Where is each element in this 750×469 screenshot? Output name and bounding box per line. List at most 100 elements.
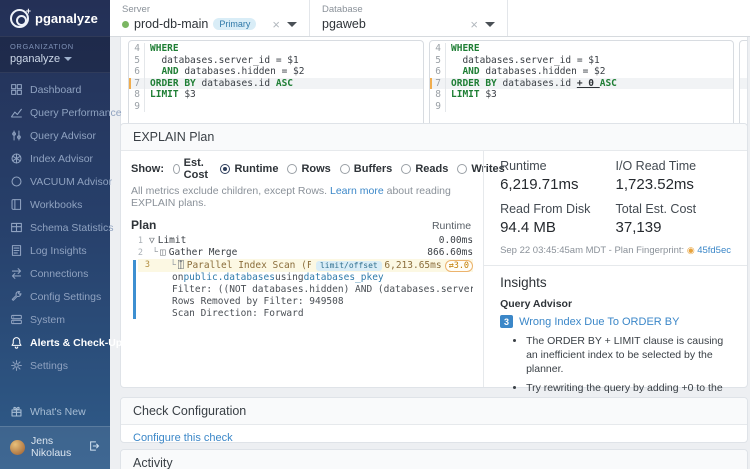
sidebar-item-connections[interactable]: Connections	[0, 262, 110, 285]
stat-label: Runtime	[500, 159, 615, 173]
sidebar-item-workbooks[interactable]: Workbooks	[0, 193, 110, 216]
code-line: 4WHERE	[430, 43, 733, 55]
sidebar-item-alerts-check-up[interactable]: Alerts & Check-Up	[0, 331, 110, 354]
plan-node-row[interactable]: 2└◫Gather Merge866.60ms	[131, 247, 473, 259]
code-line: 9	[129, 101, 423, 113]
database-label: Database	[322, 4, 495, 15]
parallel-workers-badge: ⇄3.0	[445, 260, 473, 272]
code-text: ORDER BY databases.id + 0 ASC	[446, 78, 617, 90]
logout-icon[interactable]	[88, 440, 100, 455]
server-dropdown-icon[interactable]	[287, 22, 297, 27]
metric-radio-rows[interactable]: Rows	[287, 163, 330, 175]
sidebar-item-dashboard[interactable]: Dashboard	[0, 78, 110, 101]
plan-node-row[interactable]: 1▽Limit0.00ms	[131, 235, 473, 247]
code-line: 8LIMIT $3	[129, 89, 423, 101]
fingerprint-link[interactable]: 45fd5ec	[697, 245, 731, 256]
brand[interactable]: + pganalyze	[0, 0, 110, 36]
sidebar-item-config-settings[interactable]: Config Settings	[0, 285, 110, 308]
log-insights-icon	[10, 244, 23, 257]
gather-merge-node-icon: ◫	[160, 247, 166, 259]
gift-icon	[10, 405, 23, 418]
insight-link[interactable]: Wrong Index Due To ORDER BY	[519, 316, 679, 328]
code-line: 5 databases.server_id = $1	[129, 55, 423, 67]
sidebar-item-label: Workbooks	[30, 199, 82, 211]
organization-name[interactable]: pganalyze	[10, 53, 100, 65]
line-number: 4	[430, 43, 446, 55]
sidebar-item-settings[interactable]: Settings	[0, 354, 110, 377]
plan-node-label: Parallel Index Scan (Forward) on…	[187, 259, 311, 272]
line-number: 9	[129, 101, 145, 113]
stat-read-from-disk: Read From Disk94.4 MB	[500, 202, 615, 236]
sidebar-item-log-insights[interactable]: Log Insights	[0, 239, 110, 262]
database-selector[interactable]: Database pgaweb ×	[310, 0, 508, 36]
code-line: 8LIMIT $3	[430, 89, 733, 101]
user-menu[interactable]: Jens Nikolaus	[0, 426, 110, 469]
line-number: 8	[430, 89, 446, 101]
insight-bullet: The ORDER BY + LIMIT clause is causing a…	[526, 334, 731, 377]
workbooks-icon	[10, 198, 23, 211]
metric-radio-buffers[interactable]: Buffers	[340, 163, 393, 175]
radio-icon	[287, 164, 297, 174]
plan-column-header: Plan	[131, 218, 156, 232]
chevron-down-icon	[64, 57, 72, 61]
sidebar-item-index-advisor[interactable]: Index Advisor	[0, 147, 110, 170]
tree-connector-icon: └	[147, 247, 158, 259]
radio-icon	[220, 164, 230, 174]
sidebar-item-label: Index Advisor	[30, 153, 93, 165]
clear-server-icon[interactable]: ×	[272, 18, 280, 31]
sidebar-item-query-advisor[interactable]: Query Advisor	[0, 124, 110, 147]
sidebar-item-system[interactable]: System	[0, 308, 110, 331]
plan-fingerprint-row: Sep 22 03:45:45am MDT - Plan Fingerprint…	[500, 245, 731, 256]
organization-switcher[interactable]: ORGANIZATION pganalyze	[0, 36, 110, 73]
code-text: WHERE	[145, 43, 179, 55]
line-number: 9	[430, 101, 446, 113]
settings-icon	[10, 359, 23, 372]
line-number: 7	[430, 78, 446, 90]
metric-radio-est-cost[interactable]: Est. Cost	[173, 157, 211, 181]
metric-radio-reads[interactable]: Reads	[401, 163, 448, 175]
code-line: 4WHERE	[129, 43, 423, 55]
sidebar-item-query-performance[interactable]: Query Performance	[0, 101, 110, 124]
limit-node-icon: ▽	[149, 235, 155, 247]
plan-node-value: 0.00ms	[439, 235, 473, 247]
configure-check-link[interactable]: Configure this check	[133, 432, 233, 444]
metric-radio-label: Buffers	[354, 163, 393, 175]
line-number: 7	[129, 78, 145, 90]
plan-tree: 1▽Limit0.00ms2└◫Gather Merge866.60ms3└⍐P…	[131, 235, 473, 320]
plan-node-detail: on public.databases using databases_pkey	[138, 272, 473, 284]
vacuum-advisor-icon	[10, 175, 23, 188]
explain-plan-title: EXPLAIN Plan	[121, 124, 747, 151]
sidebar-item-whats-new[interactable]: What's New	[0, 397, 110, 426]
user-name: Jens Nikolaus	[31, 435, 82, 459]
insight-count-badge: 3	[500, 315, 513, 328]
sidebar-item-vacuum-advisor[interactable]: VACUUM Advisor	[0, 170, 110, 193]
metric-radio-label: Rows	[301, 163, 330, 175]
stat-value: 37,139	[616, 219, 731, 236]
metric-radio-label: Runtime	[234, 163, 278, 175]
fingerprint-icon: ◉	[687, 245, 697, 255]
server-name: prod-db-main	[134, 17, 208, 31]
code-line: 5 databases.server_id = $1	[430, 55, 733, 67]
top-header: Server prod-db-main Primary × Database p…	[110, 0, 750, 37]
query-performance-icon	[10, 106, 23, 119]
explain-summary-panel: Runtime6,219.71msI/O Read Time1,723.52ms…	[483, 151, 747, 387]
database-dropdown-icon[interactable]	[485, 22, 495, 27]
plan-node-row[interactable]: 3└⍐Parallel Index Scan (Forward) on…limi…	[138, 259, 473, 272]
sidebar-item-label: System	[30, 314, 65, 326]
learn-more-link[interactable]: Learn more	[330, 185, 384, 197]
tree-connector-icon: └	[154, 259, 176, 272]
clear-database-icon[interactable]: ×	[470, 18, 478, 31]
insights-title: Insights	[500, 275, 731, 290]
sidebar-item-schema-statistics[interactable]: Schema Statistics	[0, 216, 110, 239]
sidebar-item-label: VACUUM Advisor	[30, 176, 112, 188]
server-selector[interactable]: Server prod-db-main Primary ×	[110, 0, 310, 36]
sidebar-item-label: Dashboard	[30, 84, 81, 96]
code-text: databases.server_id = $1	[446, 55, 600, 67]
sidebar: + pganalyze ORGANIZATION pganalyze Dashb…	[0, 0, 110, 469]
main-area: Server prod-db-main Primary × Database p…	[110, 0, 750, 469]
stat-runtime: Runtime6,219.71ms	[500, 159, 615, 193]
code-text: LIMIT $3	[446, 89, 497, 101]
metric-radio-runtime[interactable]: Runtime	[220, 163, 278, 175]
code-text: WHERE	[446, 43, 480, 55]
radio-icon	[173, 164, 180, 174]
